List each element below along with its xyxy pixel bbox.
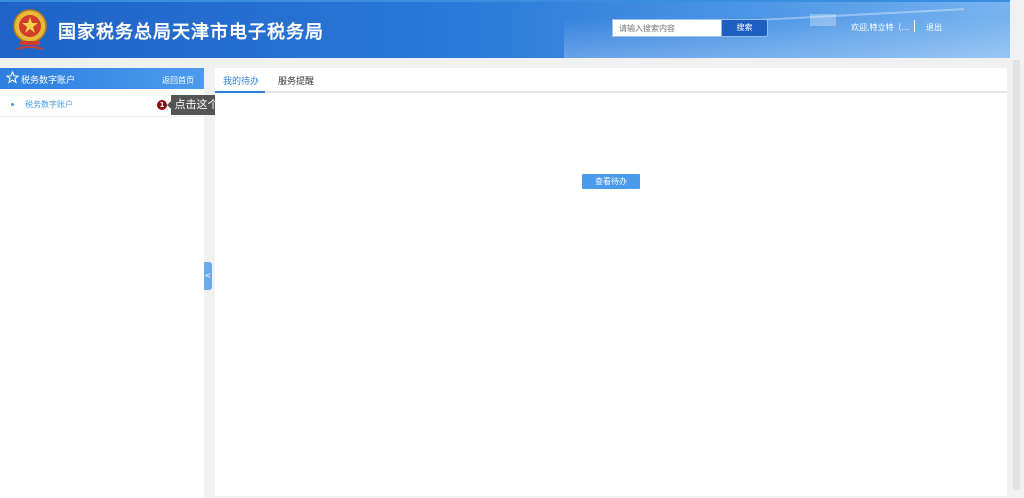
sidebar-collapse-button[interactable]: < (204, 262, 212, 290)
welcome-user-text[interactable]: 欢迎,特立特（... (851, 22, 909, 33)
tab-bar: 我的待办 服务提醒 (215, 68, 1007, 93)
active-tab-indicator (215, 91, 265, 93)
top-header: 国家税务总局天津市电子税务局 搜索 欢迎,特立特（... 退出 (0, 0, 1024, 58)
site-title: 国家税务总局天津市电子税务局 (58, 22, 324, 43)
tower-decoration (810, 14, 836, 26)
step-number-badge: 1 (157, 100, 167, 110)
tab-my-todo[interactable]: 我的待办 (223, 74, 259, 87)
view-todo-button[interactable]: 查看待办 (582, 174, 640, 189)
back-home-link[interactable]: 返回首页 (162, 75, 194, 86)
star-icon (6, 71, 19, 84)
sidebar-title: 税务数字账户 (21, 76, 76, 86)
search-input[interactable] (612, 19, 722, 37)
sidebar-item-label: 税务数字账户 (25, 100, 73, 109)
chevron-left-icon: < (204, 271, 212, 280)
sidebar-header: 税务数字账户 返回首页 (0, 68, 204, 89)
bullet-icon (11, 103, 14, 106)
logout-link[interactable]: 退出 (926, 22, 942, 33)
sidebar: 税务数字账户 返回首页 税务数字账户 (0, 68, 204, 498)
header-divider (914, 20, 915, 32)
tab-service-reminder[interactable]: 服务提醒 (278, 74, 314, 87)
scrollbar-thumb[interactable] (1013, 60, 1020, 490)
national-tax-emblem-icon (13, 9, 47, 50)
main-content: 我的待办 服务提醒 查看待办 (215, 68, 1007, 496)
search-button[interactable]: 搜索 (721, 19, 768, 37)
